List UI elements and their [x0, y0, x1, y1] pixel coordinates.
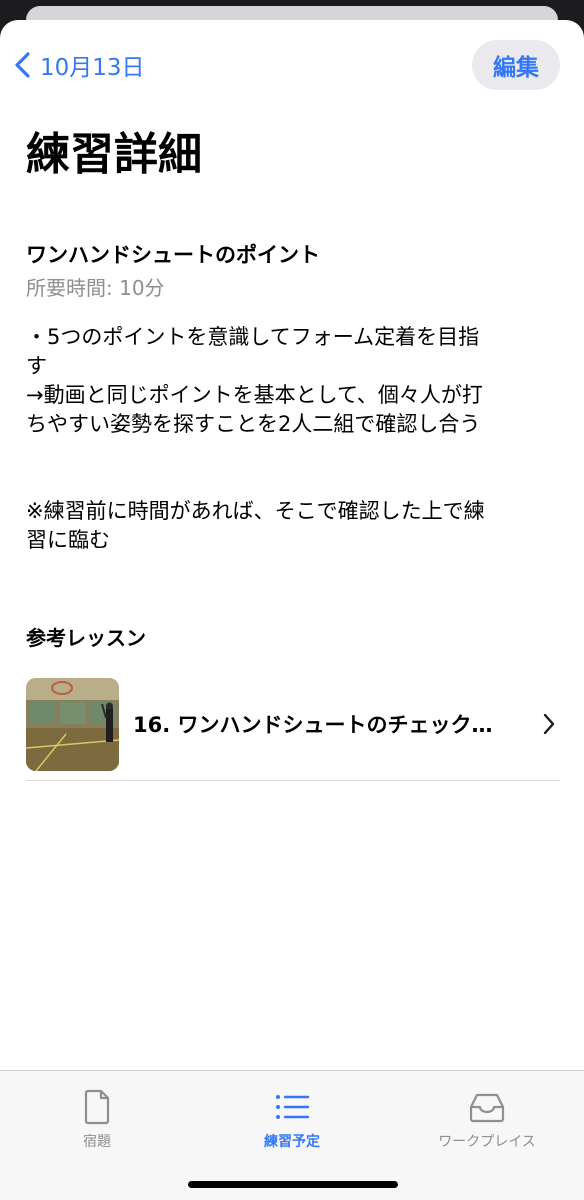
tab-label: ワークプレイス	[438, 1134, 536, 1150]
lesson-thumbnail	[26, 677, 119, 771]
page-title: 練習詳細	[26, 129, 202, 180]
description-line: 習に臨む	[26, 528, 110, 552]
tab-label: 宿題	[83, 1134, 111, 1150]
tab-homework[interactable]: 宿題	[0, 1087, 194, 1157]
description-line	[26, 468, 546, 497]
list-icon	[276, 1095, 310, 1119]
home-indicator[interactable]	[188, 1181, 398, 1188]
tab-workplace[interactable]: ワークプレイス	[390, 1087, 584, 1157]
description-line	[26, 439, 546, 468]
tab-practice-schedule[interactable]: 練習予定	[195, 1087, 389, 1157]
description-line: す	[26, 354, 47, 378]
description-line: ・5つのポイントを意識してフォーム定着を目指	[26, 325, 480, 349]
description-line: ※練習前に時間があれば、そこで確認した上で練	[26, 499, 485, 523]
reference-lesson-row[interactable]: 16. ワンハンドシュートのチェックポイント	[26, 668, 560, 781]
reference-section-title: 参考レッスン	[26, 626, 146, 650]
edit-button[interactable]: 編集	[472, 40, 560, 90]
tab-bar: 宿題 練習予定 ワークプレイス	[0, 1070, 584, 1200]
back-button[interactable]: 10月13日	[12, 48, 145, 82]
tab-label: 練習予定	[264, 1134, 320, 1150]
detail-sheet: 10月13日 編集 練習詳細 ワンハンドシュートのポイント 所要時間: 10分 …	[0, 20, 584, 1200]
description-line: ちやすい姿勢を探すことを2人二組で確認し合う	[26, 412, 481, 436]
practice-name: ワンハンドシュートのポイント	[26, 243, 320, 267]
description-line: →動画と同じポイントを基本として、個々人が打	[26, 383, 483, 407]
chevron-right-icon	[543, 713, 555, 735]
back-button-label: 10月13日	[40, 55, 145, 81]
lesson-title: 16. ワンハンドシュートのチェックポイント	[133, 713, 513, 737]
tray-icon	[469, 1093, 505, 1123]
document-icon	[84, 1089, 110, 1125]
practice-duration: 所要時間: 10分	[26, 276, 165, 300]
practice-description: ・5つのポイントを意識してフォーム定着を目指 す →動画と同じポイントを基本とし…	[26, 323, 546, 555]
chevron-left-icon	[15, 52, 30, 78]
